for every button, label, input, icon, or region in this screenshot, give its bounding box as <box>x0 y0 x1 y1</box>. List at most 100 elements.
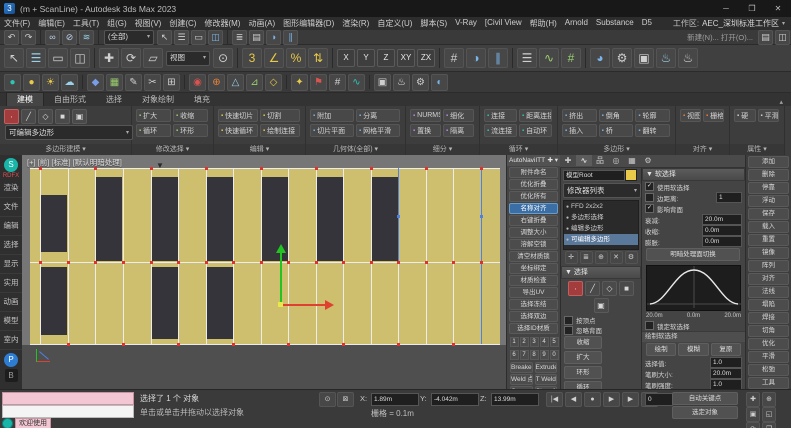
split-view-icon[interactable]: ◫ <box>775 30 790 45</box>
restrict-z-button[interactable]: Z <box>377 49 395 67</box>
zoom-icon[interactable]: ⊕ <box>762 392 776 407</box>
mirror-icon[interactable]: ◑ <box>266 30 281 45</box>
select-by-name-icon[interactable]: ☰ <box>26 48 46 68</box>
edge-icon[interactable]: ╱ <box>21 109 36 124</box>
border-icon[interactable]: ◇ <box>38 109 53 124</box>
ribbon-button[interactable]: ▪距离连接 <box>519 109 552 122</box>
restrict-y-button[interactable]: Y <box>357 49 375 67</box>
coord-z-field[interactable]: 13.99m <box>491 393 539 406</box>
align-icon[interactable]: ∥ <box>488 48 508 68</box>
right-dock-button[interactable]: 删除 <box>748 169 789 181</box>
menu-item[interactable]: 工具(T) <box>69 18 103 29</box>
ribbon-button[interactable]: ▪视图 <box>680 109 701 122</box>
menu-item[interactable]: Arnold <box>561 18 592 29</box>
ribbon-button[interactable]: ▪网格平滑 <box>356 124 400 137</box>
ribbon-button[interactable]: ▪翻转 <box>635 124 670 137</box>
sphere-red-icon[interactable]: ◉ <box>189 74 206 91</box>
ribbon-tab[interactable]: 自由形式 <box>44 93 96 106</box>
spinner-snap-icon[interactable]: ⇅ <box>308 48 328 68</box>
window-opening[interactable] <box>152 177 178 261</box>
right-dock-button[interactable]: 切角 <box>748 325 789 337</box>
reference-coordinate-combo[interactable]: 视图▾ <box>166 51 210 66</box>
align-icon[interactable]: ∥ <box>283 30 298 45</box>
paint-button[interactable]: 复原 <box>711 343 741 356</box>
id-digit-button[interactable]: 7 <box>520 350 529 360</box>
ribbon-tab[interactable]: 填充 <box>184 93 220 106</box>
script-tool-button[interactable]: 导出UV <box>509 287 558 298</box>
polygon-icon[interactable]: ■ <box>55 109 70 124</box>
window-opening[interactable] <box>207 177 233 261</box>
element-icon[interactable]: ▣ <box>594 298 609 313</box>
maximize-viewport-icon[interactable]: ❒ <box>762 422 776 428</box>
ribbon-button[interactable]: ▪分离 <box>356 109 400 122</box>
polygon-icon[interactable]: ■ <box>619 281 634 296</box>
script-tool-button[interactable]: 坐标绑定 <box>509 263 558 274</box>
brush-size-field[interactable]: 20.0m <box>710 368 742 379</box>
menu-item[interactable]: 图形编辑器(D) <box>279 18 338 29</box>
object-name-field[interactable]: 模型Root <box>563 170 625 181</box>
ribbon-button[interactable]: ▪切片平面 <box>310 124 354 137</box>
ribbon-button[interactable]: ▪绘制连接 <box>260 124 300 137</box>
ribbon-collapse-icon[interactable]: ▴ <box>779 98 791 106</box>
maximize-button[interactable]: ❒ <box>739 0 765 17</box>
id-digit-button[interactable]: 4 <box>540 337 549 347</box>
menu-item[interactable]: 帮助(H) <box>526 18 561 29</box>
id-digit-button[interactable]: 2 <box>520 337 529 347</box>
welcome-toggle[interactable]: 欢迎使用 <box>2 418 51 428</box>
workspace-selector[interactable]: 工作区: AEC_深圳标准工作区 ▾ <box>673 18 791 29</box>
pencil-tool-icon[interactable]: ✎ <box>125 74 142 91</box>
undo-icon[interactable]: ↶ <box>4 30 19 45</box>
pinch-field[interactable]: 0.0m <box>702 225 742 236</box>
toggle-ribbon-icon[interactable]: ▤ <box>249 30 264 45</box>
ribbon-button[interactable]: ▪连接 <box>484 109 517 122</box>
plugin-logo3-icon[interactable]: B <box>5 369 18 382</box>
minimize-button[interactable]: ─ <box>713 0 739 17</box>
restrict-zx-button[interactable]: ZX <box>417 49 435 67</box>
hash-grid-icon[interactable]: # <box>329 74 346 91</box>
element-icon[interactable]: ▣ <box>72 109 87 124</box>
left-dock-tab[interactable]: 室内 <box>0 331 22 350</box>
hierarchy-tab[interactable]: 品 <box>592 155 608 166</box>
configure-modifier-sets-icon[interactable]: ⚙ <box>625 251 638 264</box>
restrict-x-button[interactable]: X <box>337 49 355 67</box>
id-digit-button[interactable]: 6 <box>510 350 519 360</box>
left-dock-tab[interactable]: 编辑 <box>0 217 22 236</box>
border-icon[interactable]: ◇ <box>602 281 617 296</box>
display-tab[interactable]: ▦ <box>624 155 640 166</box>
right-dock-button[interactable]: 工具 <box>748 377 789 389</box>
select-and-move-icon[interactable]: ✚ <box>99 48 119 68</box>
ribbon-button[interactable]: ▪附加 <box>310 109 354 122</box>
viewport-label[interactable]: [+] [前] [标准] [默认明暗处理] <box>27 157 122 168</box>
coord-x-field[interactable]: 1.89m <box>371 393 419 406</box>
ribbon-button[interactable]: ▪细化 <box>443 109 474 122</box>
editable-poly-combo[interactable]: 可编辑多边形▾ <box>5 125 133 140</box>
ribbon-button[interactable]: ▪循环 <box>136 124 171 137</box>
use-pivot-center-icon[interactable]: ⊙ <box>213 48 233 68</box>
rendered-frame-icon[interactable]: ▣ <box>634 48 654 68</box>
render-iterative-icon[interactable]: ♨ <box>678 48 698 68</box>
ribbon-button[interactable]: ▪自动环 <box>519 124 552 137</box>
script-tool-button[interactable]: 材质检查 <box>509 275 558 286</box>
menu-item[interactable]: 创建(C) <box>165 18 200 29</box>
right-dock-button[interactable]: 停靠 <box>748 182 789 194</box>
script-tool-button[interactable]: T Weld <box>535 374 558 385</box>
teapot-render-icon[interactable]: ♨ <box>393 74 410 91</box>
render-production-icon[interactable]: ♨ <box>656 48 676 68</box>
selection-lock-icon[interactable]: ⊠ <box>337 392 354 407</box>
id-digit-button[interactable]: 3 <box>530 337 539 347</box>
next-frame-icon[interactable]: ▶ <box>622 392 639 407</box>
menu-item[interactable]: 修改器(M) <box>200 18 244 29</box>
select-and-rotate-icon[interactable]: ⟳ <box>121 48 141 68</box>
pan-icon[interactable]: ✚ <box>746 392 760 407</box>
scene-explorer-icon[interactable]: ☰ <box>517 48 537 68</box>
right-dock-button[interactable]: 镜像 <box>748 247 789 259</box>
settings2-icon[interactable]: ⚙ <box>412 74 429 91</box>
menu-item[interactable]: 文件(F) <box>0 18 34 29</box>
make-unique-icon[interactable]: ⊕ <box>595 251 608 264</box>
isolate-selection-icon[interactable]: ⊙ <box>319 392 336 407</box>
object-color-swatch[interactable] <box>625 169 637 181</box>
remove-modifier-icon[interactable]: ✕ <box>610 251 623 264</box>
coord-y-field[interactable]: -4.042m <box>431 393 479 406</box>
script-tool-button[interactable]: 调整大小 <box>509 227 558 238</box>
id-digit-button[interactable]: 1 <box>510 337 519 347</box>
